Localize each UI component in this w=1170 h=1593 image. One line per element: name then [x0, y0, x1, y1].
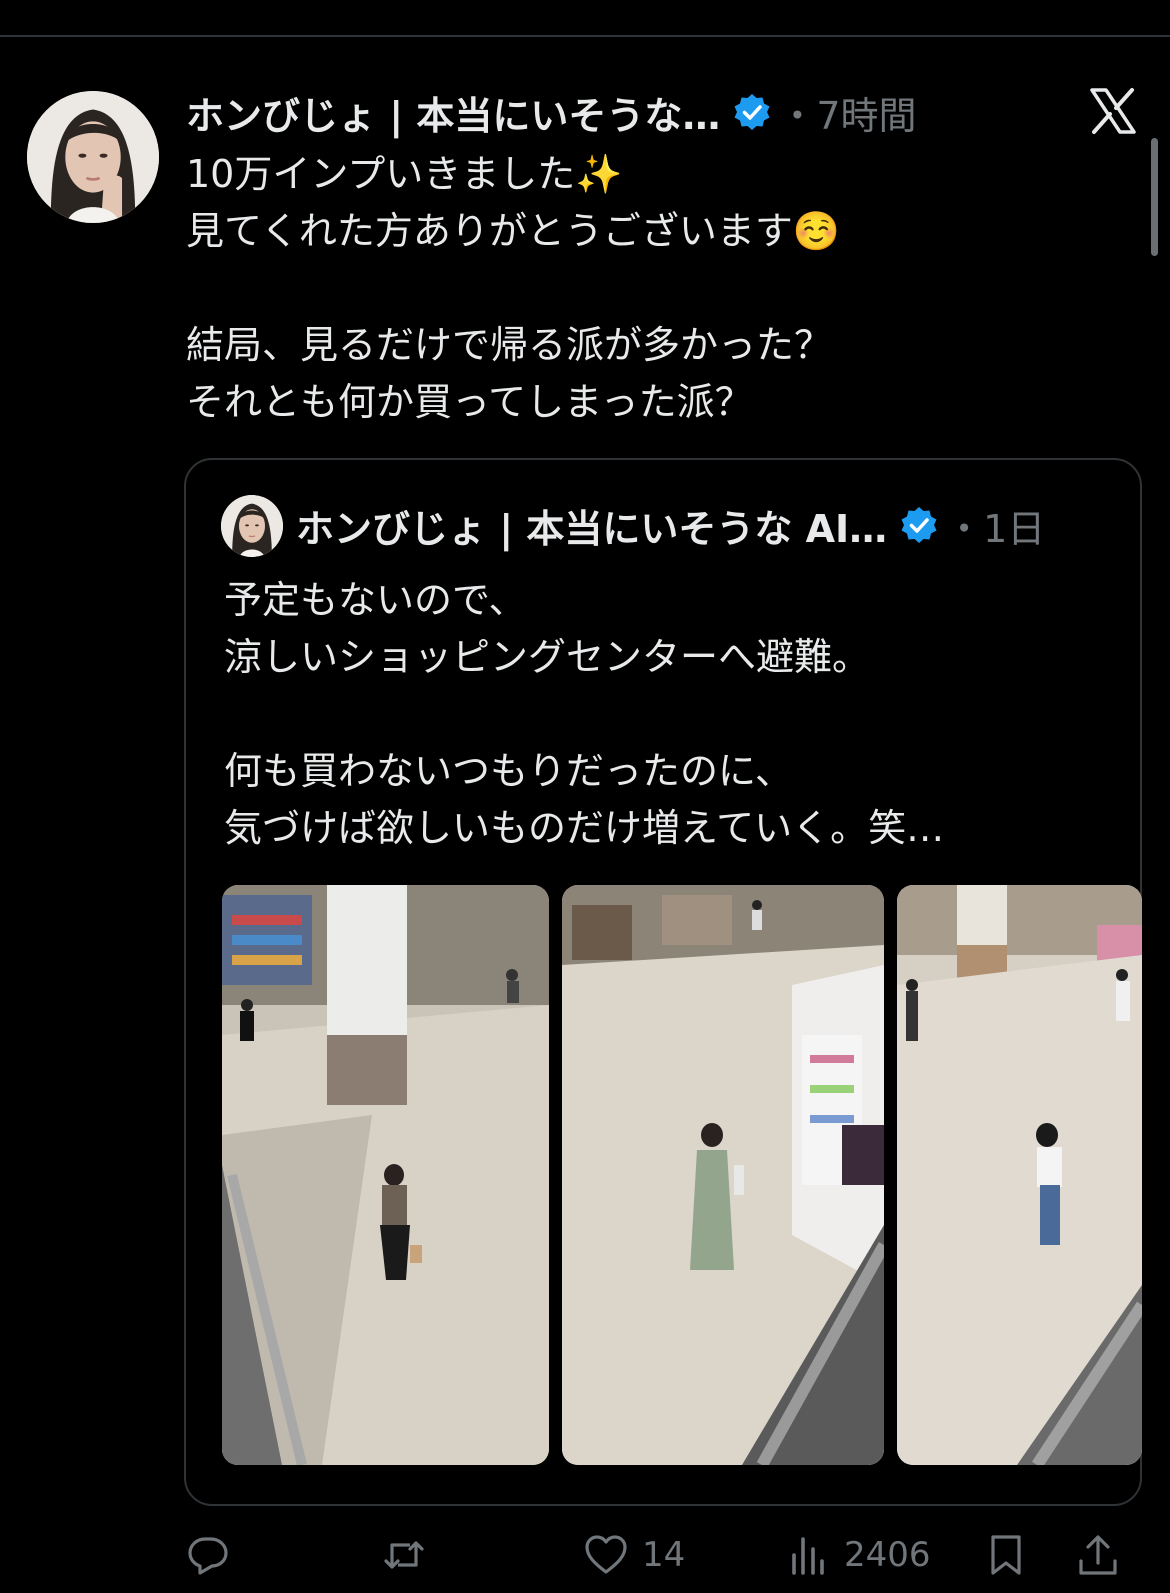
quoted-text-line: 予定もないので、	[224, 578, 527, 622]
quoted-author-avatar	[221, 495, 283, 557]
quoted-text-blank-line	[224, 686, 1104, 743]
top-divider	[0, 35, 1170, 37]
reply-icon	[188, 1537, 228, 1575]
bookmark-button[interactable]	[984, 1530, 1028, 1580]
post-text: 10万インプいきました✨ 見てくれた方ありがとうございます☺️ 結局、見るだけで…	[186, 146, 1086, 431]
author-name[interactable]: ホンびじょ | 本当にいそうな…	[186, 85, 720, 140]
repost-button[interactable]	[382, 1530, 440, 1580]
action-bar: 14 2406	[186, 1530, 1146, 1590]
media-gallery[interactable]	[222, 885, 1142, 1465]
share-icon	[1079, 1535, 1117, 1575]
x-logo-icon[interactable]	[1088, 86, 1138, 136]
post-time[interactable]: ・7時間	[778, 85, 916, 140]
quoted-text-line: 何も買わないつもりだったのに、	[224, 749, 793, 793]
post-text-blank-line	[186, 260, 1086, 317]
post-text-line: 10万インプいきました✨	[186, 152, 623, 196]
quoted-post-text: 予定もないので、 涼しいショッピングセンターへ避難。 何も買わないつもりだったの…	[224, 572, 1104, 857]
quoted-post-time: ・1日	[945, 506, 1046, 551]
views-button[interactable]: 2406	[786, 1530, 931, 1580]
reply-button[interactable]	[186, 1530, 244, 1580]
verified-badge-icon	[899, 505, 939, 545]
quoted-text-line: 涼しいショッピングセンターへ避難。	[224, 635, 871, 679]
views-chart-icon	[792, 1537, 824, 1575]
quoted-post-header: ホンびじょ | 本当にいそうな AI… ・1日	[296, 496, 1045, 554]
like-button[interactable]: 14	[584, 1530, 685, 1580]
heart-icon	[585, 1535, 627, 1574]
share-button[interactable]	[1076, 1530, 1120, 1580]
like-count: 14	[642, 1535, 686, 1575]
post-text-line: 見てくれた方ありがとうございます☺️	[186, 209, 841, 253]
post-text-line: それとも何か買ってしまった派？	[186, 380, 753, 424]
quoted-text-line: 気づけば欲しいものだけ増えていく。笑…	[224, 806, 945, 850]
repost-icon	[384, 1541, 424, 1569]
author-avatar[interactable]	[27, 91, 159, 223]
scrollbar[interactable]	[1151, 138, 1158, 256]
photo-2[interactable]	[562, 885, 884, 1465]
view-count: 2406	[844, 1535, 931, 1575]
photo-1[interactable]	[222, 885, 549, 1465]
verified-badge-icon	[732, 92, 772, 132]
photo-3[interactable]	[897, 885, 1142, 1465]
post-text-line: 結局、見るだけで帰る派が多かった？	[186, 323, 833, 367]
quoted-author-name: ホンびじょ | 本当にいそうな AI…	[296, 506, 888, 551]
bookmark-icon	[991, 1535, 1021, 1575]
post-header: ホンびじょ | 本当にいそうな… ・7時間	[186, 84, 917, 140]
